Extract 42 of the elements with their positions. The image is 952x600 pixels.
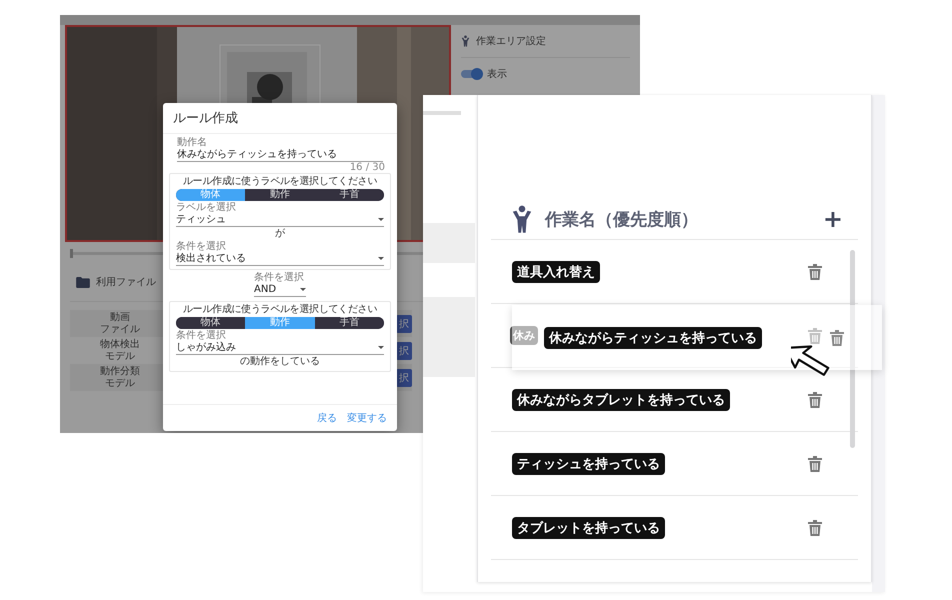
trash-icon[interactable] bbox=[808, 520, 822, 536]
condition-select[interactable]: 条件を選択 検出されている bbox=[176, 241, 384, 266]
section-title: 利用ファイル bbox=[96, 276, 156, 289]
task-chip: 休みながらティッシュを持っている bbox=[544, 326, 762, 348]
connector-text: が bbox=[274, 228, 286, 240]
add-button[interactable]: + bbox=[822, 207, 843, 231]
caret-icon bbox=[300, 288, 306, 291]
caret-icon bbox=[378, 346, 384, 349]
trash-icon[interactable] bbox=[808, 392, 822, 408]
task-chip[interactable]: 休みながらタブレットを持っている bbox=[512, 388, 730, 410]
placeholder-bar bbox=[423, 223, 475, 263]
label-select[interactable]: 条件を選択 しゃがみ込み bbox=[176, 330, 384, 355]
table-cell: 動画 ファイル bbox=[100, 312, 140, 336]
task-chip[interactable]: 道具入れ替え bbox=[512, 260, 600, 282]
table-cell: 動作分類 モデル bbox=[100, 366, 140, 390]
folder-icon bbox=[76, 276, 90, 288]
trash-icon bbox=[830, 330, 844, 346]
task-chip[interactable]: タブレットを持っている bbox=[512, 516, 665, 538]
dialog-button[interactable]: 戻る bbox=[317, 409, 337, 427]
task-chip[interactable]: ティッシュを持っている bbox=[512, 452, 665, 474]
toggle-label: 表示 bbox=[487, 68, 507, 81]
operator-select[interactable]: 条件を選択 AND bbox=[254, 272, 306, 297]
scrollbar[interactable] bbox=[850, 250, 855, 448]
person-icon bbox=[461, 35, 470, 47]
rule-prompt: ルール作成に使うラベルを選択してください bbox=[182, 304, 378, 316]
character-counter: 16 / 30 bbox=[348, 162, 385, 173]
timeline-slider-thumb[interactable] bbox=[70, 249, 73, 258]
dialog-title: ルール作成 bbox=[163, 103, 397, 134]
trash-icon[interactable] bbox=[808, 456, 822, 472]
caret-icon bbox=[378, 218, 384, 221]
toggle-switch[interactable] bbox=[461, 70, 481, 78]
list-title: 作業名（優先度順） bbox=[545, 208, 699, 230]
table-cell: 物体検出 モデル bbox=[100, 338, 140, 362]
person-icon bbox=[511, 205, 533, 233]
trash-icon[interactable] bbox=[808, 264, 822, 280]
rule-suffix: の動作をしている bbox=[239, 356, 321, 368]
panel-title: 作業エリア設定 bbox=[476, 34, 546, 48]
placeholder-bar bbox=[423, 111, 461, 115]
caret-icon bbox=[378, 257, 384, 260]
label-select[interactable]: ラベルを選択 ティッシュ bbox=[176, 202, 384, 227]
rule-prompt: ルール作成に使うラベルを選択してください bbox=[182, 176, 378, 188]
text-field[interactable]: 動作名 休みながらティッシュを持っている bbox=[177, 137, 383, 162]
